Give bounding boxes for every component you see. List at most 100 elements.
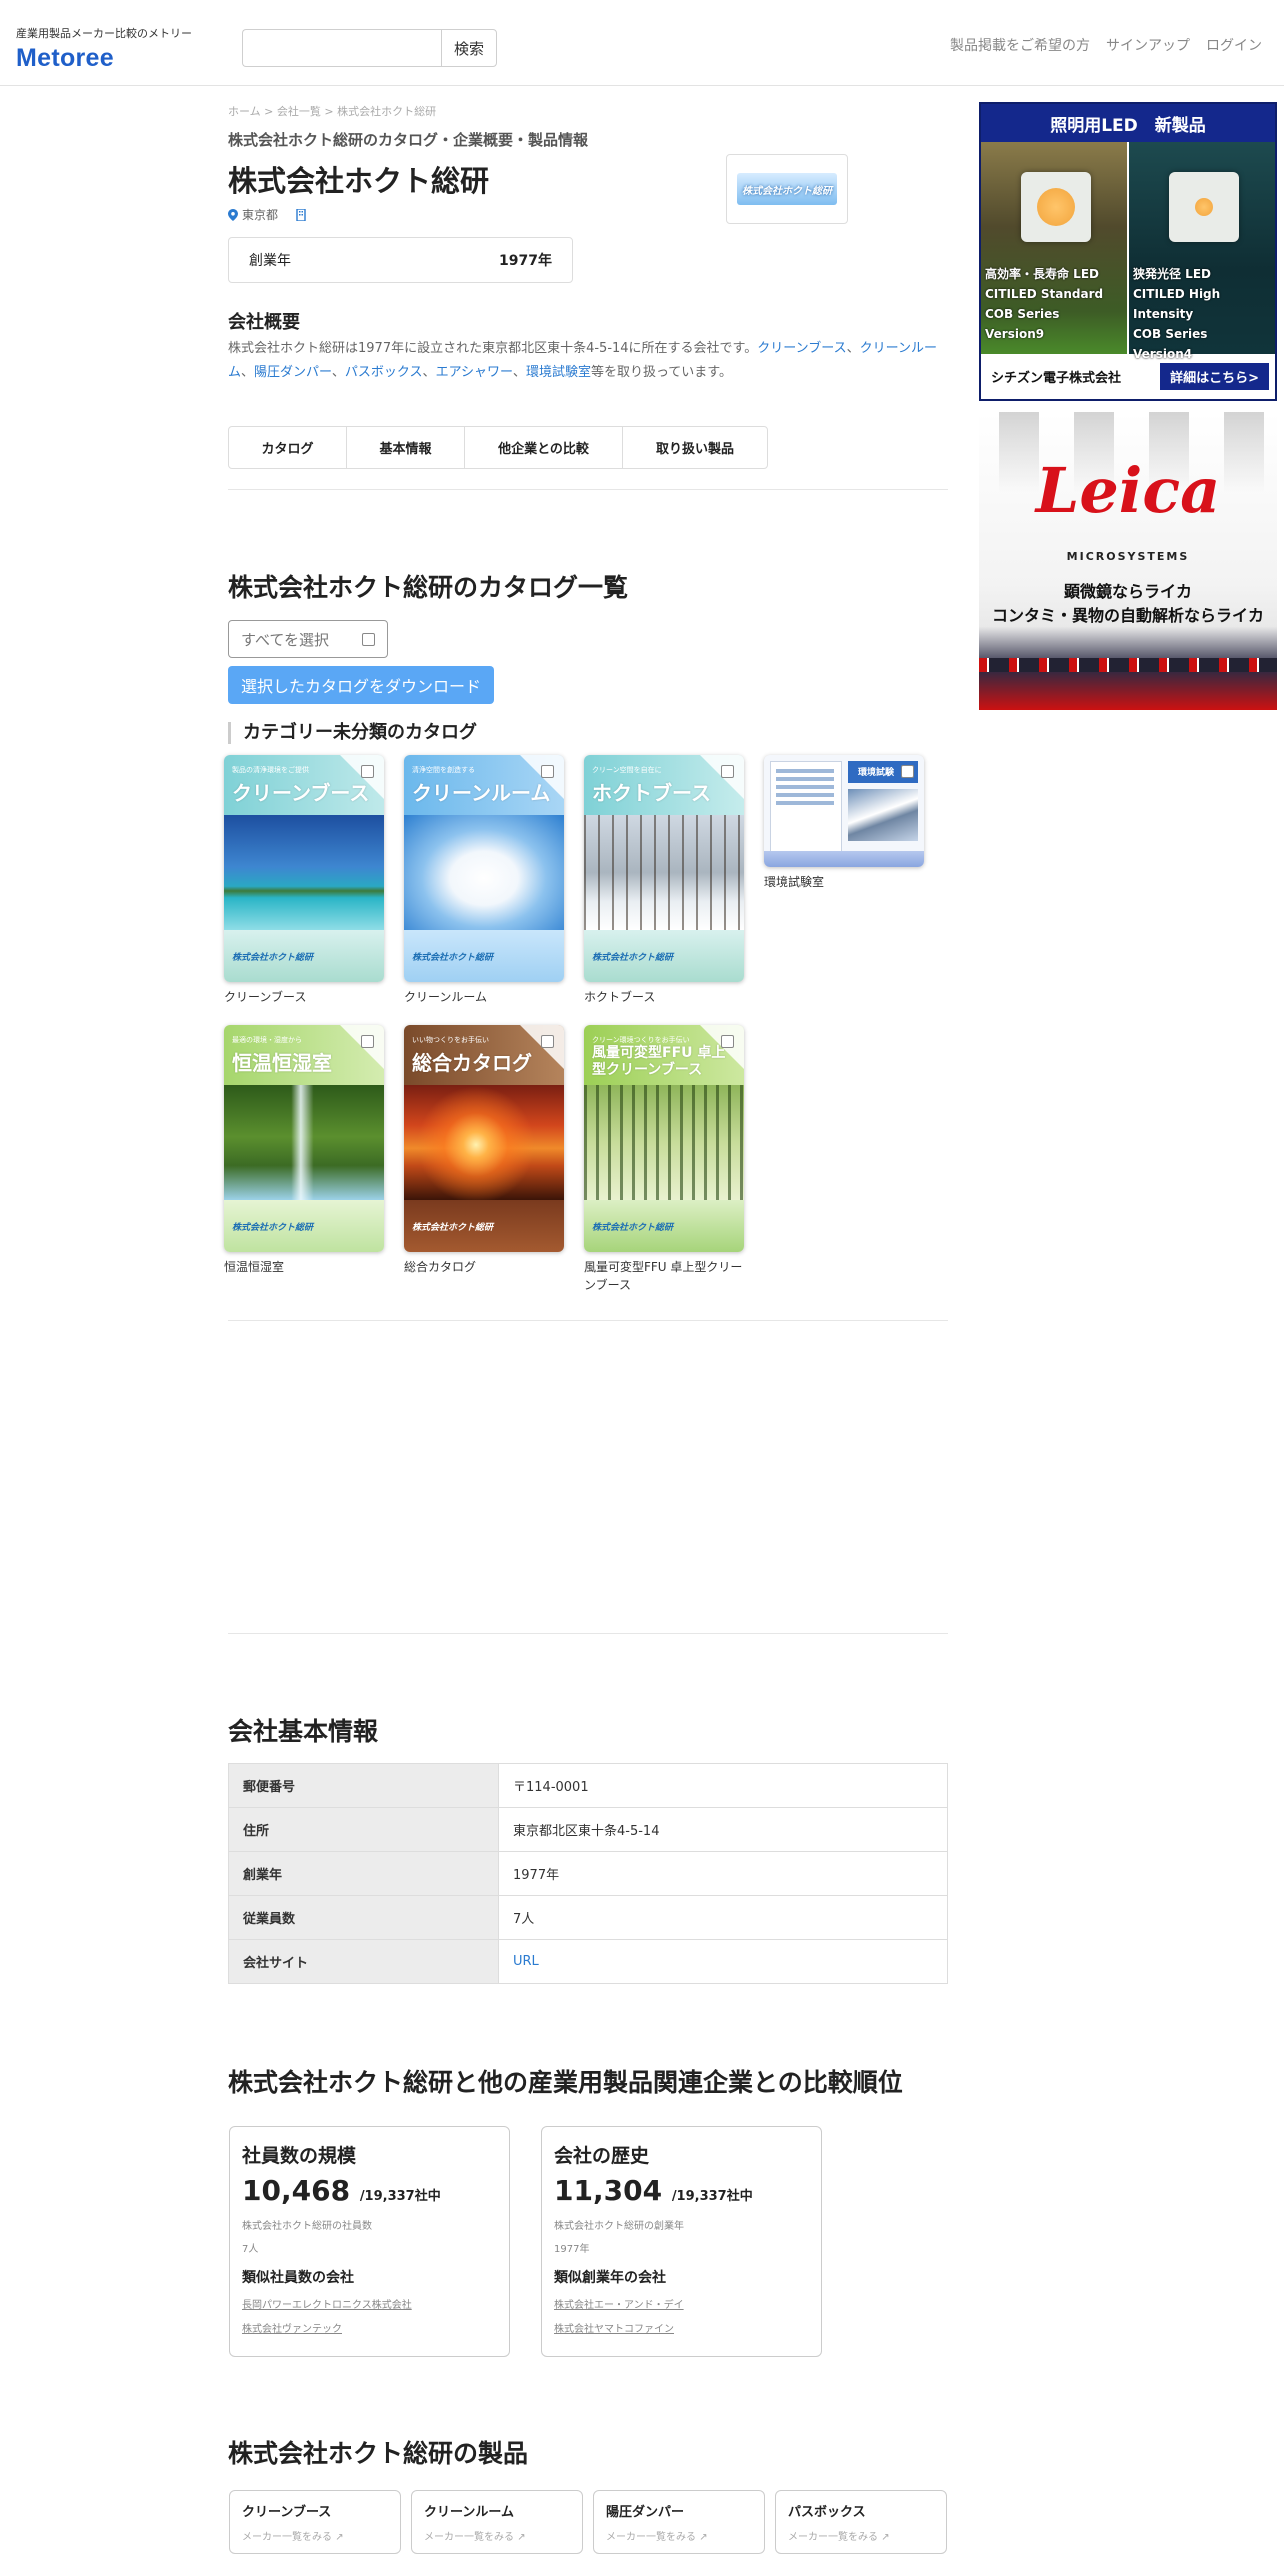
search-button[interactable]: 検索 (441, 29, 497, 67)
similar-company-link[interactable]: 株式会社ヤマトコファイン (554, 2320, 809, 2335)
catalog-cover[interactable]: クリーン環境つくりをお手伝い 風量可変型FFU 卓上型クリーンブース 株式会社ホ… (584, 1025, 744, 1252)
catalog-card[interactable]: 環境試験 環境試験室 (764, 755, 926, 891)
top-nav: 製品掲載をご希望の方 サインアップ ログイン (950, 35, 1262, 55)
rank-value: 10,468 (242, 2174, 351, 2207)
catalog-label[interactable]: 風量可変型FFU 卓上型クリーンブース (584, 1258, 746, 1294)
overview-link-test-room[interactable]: 環境試験室 (526, 365, 591, 380)
product-maker-link[interactable]: メーカー一覧をみる ↗ (424, 2528, 570, 2543)
download-selected-button[interactable]: 選択したカタログをダウンロード (228, 666, 494, 704)
cover-footer: 株式会社ホクト総研 (404, 1200, 564, 1252)
table-row: 住所 東京都北区東十条4-5-14 (228, 1807, 948, 1852)
led-advertisement[interactable]: 照明用LED 新製品 高効率・長寿命 LED CITILED Standard … (979, 102, 1277, 401)
cover-subtitle: いい物つくりをお手伝い (412, 1036, 489, 1044)
catalog-card[interactable]: 清浄空間を創造する クリーンルーム 株式会社ホクト総研 クリーンルーム (404, 755, 566, 1006)
rank-caption: 株式会社ホクト総研の社員数 (242, 2221, 372, 2232)
breadcrumb-company-list[interactable]: 会社一覧 (264, 105, 321, 118)
info-key: 郵便番号 (228, 1763, 499, 1808)
catalog-checkbox[interactable] (721, 1035, 734, 1048)
founded-label: 創業年 (249, 253, 291, 269)
site-logo[interactable]: Metoree (16, 44, 114, 73)
ad-company: シチズン電子株式会社 (991, 371, 1122, 386)
nav-login-link[interactable]: ログイン (1206, 35, 1262, 55)
overview-link-air-shower[interactable]: エアシャワー (436, 365, 513, 380)
catalog-cover[interactable]: 製品の清浄環境をご提供 クリーンブース 株式会社ホクト総研 (224, 755, 384, 982)
catalog-cover[interactable]: いい物つくりをお手伝い 総合カタログ 株式会社ホクト総研 (404, 1025, 564, 1252)
ad-line-1: 顕微鏡ならライカ (1063, 582, 1192, 601)
ad-pane-text: 高効率・長寿命 LED CITILED Standard COB Series … (985, 267, 1104, 341)
divider (228, 1320, 948, 1321)
tab-products[interactable]: 取り扱い製品 (623, 427, 767, 468)
catalog-cover[interactable]: クリーン空間を自在に ホクトブース 株式会社ホクト総研 (584, 755, 744, 982)
catalog-cover[interactable]: 清浄空間を創造する クリーンルーム 株式会社ホクト総研 (404, 755, 564, 982)
ad-details-button[interactable]: 詳細はこちら> (1160, 363, 1269, 390)
catalog-card[interactable]: クリーン環境つくりをお手伝い 風量可変型FFU 卓上型クリーンブース 株式会社ホ… (584, 1025, 746, 1294)
catalog-card[interactable]: 最適の環境・湿度から 恒温恒湿室 株式会社ホクト総研 恒温恒湿室 (224, 1025, 386, 1276)
cover-subtitle: クリーン空間を自在に (592, 766, 662, 774)
catalog-label[interactable]: クリーンルーム (404, 988, 566, 1006)
catalog-card[interactable]: 製品の清浄環境をご提供 クリーンブース 株式会社ホクト総研 クリーンブース (224, 755, 386, 1006)
overview-text: 株式会社ホクト総研は1977年に設立された東京都北区東十条4-5-14に所在する… (228, 341, 937, 380)
product-maker-link[interactable]: メーカー一覧をみる ↗ (788, 2528, 934, 2543)
similar-heading: 類似創業年の会社 (554, 2270, 666, 2286)
search-input[interactable] (242, 29, 442, 67)
product-name: 陽圧ダンパー (606, 2505, 685, 2520)
led-chip-image (1169, 172, 1239, 242)
catalog-checkbox[interactable] (901, 765, 914, 778)
overview-link-clean-booth[interactable]: クリーンブース (757, 341, 846, 356)
info-value: 東京都北区東十条4-5-14 (498, 1807, 948, 1852)
info-key: 創業年 (228, 1851, 499, 1896)
catalog-checkbox[interactable] (361, 765, 374, 778)
map-pin-icon (228, 208, 238, 221)
product-card[interactable]: クリーンブース メーカー一覧をみる ↗ (229, 2490, 401, 2554)
leica-advertisement[interactable]: Leica MICROSYSTEMS 顕微鏡ならライカ コンタミ・異物の自動解析… (979, 412, 1277, 710)
ad-pane-high-intensity: 狭発光径 LED CITILED High Intensity COB Seri… (1129, 142, 1275, 361)
product-maker-link[interactable]: メーカー一覧をみる ↗ (242, 2528, 388, 2543)
divider (228, 489, 948, 490)
select-all-toggle[interactable]: すべてを選択 (228, 620, 388, 658)
catalog-checkbox[interactable] (721, 765, 734, 778)
catalog-checkbox[interactable] (541, 1035, 554, 1048)
catalog-card[interactable]: クリーン空間を自在に ホクトブース 株式会社ホクト総研 ホクトブース (584, 755, 746, 1006)
catalog-label[interactable]: ホクトブース (584, 988, 746, 1006)
catalog-label[interactable]: 総合カタログ (404, 1258, 566, 1276)
info-value: 1977年 (498, 1851, 948, 1896)
product-card[interactable]: クリーンルーム メーカー一覧をみる ↗ (411, 2490, 583, 2554)
catalog-label[interactable]: 恒温恒湿室 (224, 1258, 386, 1276)
external-link-icon: ↗ (881, 2532, 890, 2543)
similar-company-link[interactable]: 長岡パワーエレクトロニクス株式会社 (242, 2296, 497, 2311)
product-card[interactable]: パスボックス メーカー一覧をみる ↗ (775, 2490, 947, 2554)
tab-basic-info[interactable]: 基本情報 (347, 427, 465, 468)
catalog-label[interactable]: クリーンブース (224, 988, 386, 1006)
catalog-card[interactable]: いい物つくりをお手伝い 総合カタログ 株式会社ホクト総研 総合カタログ (404, 1025, 566, 1276)
ad-pane-text: 狭発光径 LED CITILED High Intensity COB Seri… (1133, 267, 1221, 361)
product-card[interactable]: 陽圧ダンパー メーカー一覧をみる ↗ (593, 2490, 765, 2554)
ad-headline: 照明用LED 新製品 (981, 104, 1275, 142)
rank-total: /19,337社中 (671, 2189, 753, 2204)
cover-subtitle: 清浄空間を創造する (412, 766, 475, 774)
nav-signup-link[interactable]: サインアップ (1106, 35, 1190, 55)
company-site-link[interactable]: URL (498, 1939, 948, 1984)
led-chip-image (1021, 172, 1091, 242)
overview-link-damper[interactable]: 陽圧ダンパー (254, 365, 332, 380)
nav-listing-link[interactable]: 製品掲載をご希望の方 (950, 35, 1090, 55)
catalog-cover[interactable]: 環境試験 (764, 755, 924, 867)
catalog-checkbox[interactable] (361, 1035, 374, 1048)
site-tagline: 産業用製品メーカー比較のメトリー (16, 27, 192, 40)
select-all-checkbox[interactable] (362, 632, 375, 646)
product-maker-link[interactable]: メーカー一覧をみる ↗ (606, 2528, 752, 2543)
company-logo: 株式会社ホクト総研 (726, 154, 848, 224)
cover-subtitle: クリーン環境つくりをお手伝い (592, 1036, 690, 1044)
similar-company-link[interactable]: 株式会社ヴァンテック (242, 2320, 497, 2335)
ad-pane-standard: 高効率・長寿命 LED CITILED Standard COB Series … (981, 142, 1127, 354)
location: 東京都 (228, 206, 306, 223)
catalog-checkbox[interactable] (541, 765, 554, 778)
catalog-cover[interactable]: 最適の環境・湿度から 恒温恒湿室 株式会社ホクト総研 (224, 1025, 384, 1252)
rank-title: 社員数の規模 (242, 2145, 357, 2167)
tab-comparison[interactable]: 他企業との比較 (465, 427, 623, 468)
similar-company-link[interactable]: 株式会社エー・アンド・デイ (554, 2296, 809, 2311)
tab-catalog[interactable]: カタログ (229, 427, 347, 468)
breadcrumb-home[interactable]: ホーム (228, 105, 261, 118)
catalog-label[interactable]: 環境試験室 (764, 873, 926, 891)
overview-link-pass-box[interactable]: パスボックス (345, 365, 423, 380)
table-row: 従業員数 7人 (228, 1895, 948, 1940)
